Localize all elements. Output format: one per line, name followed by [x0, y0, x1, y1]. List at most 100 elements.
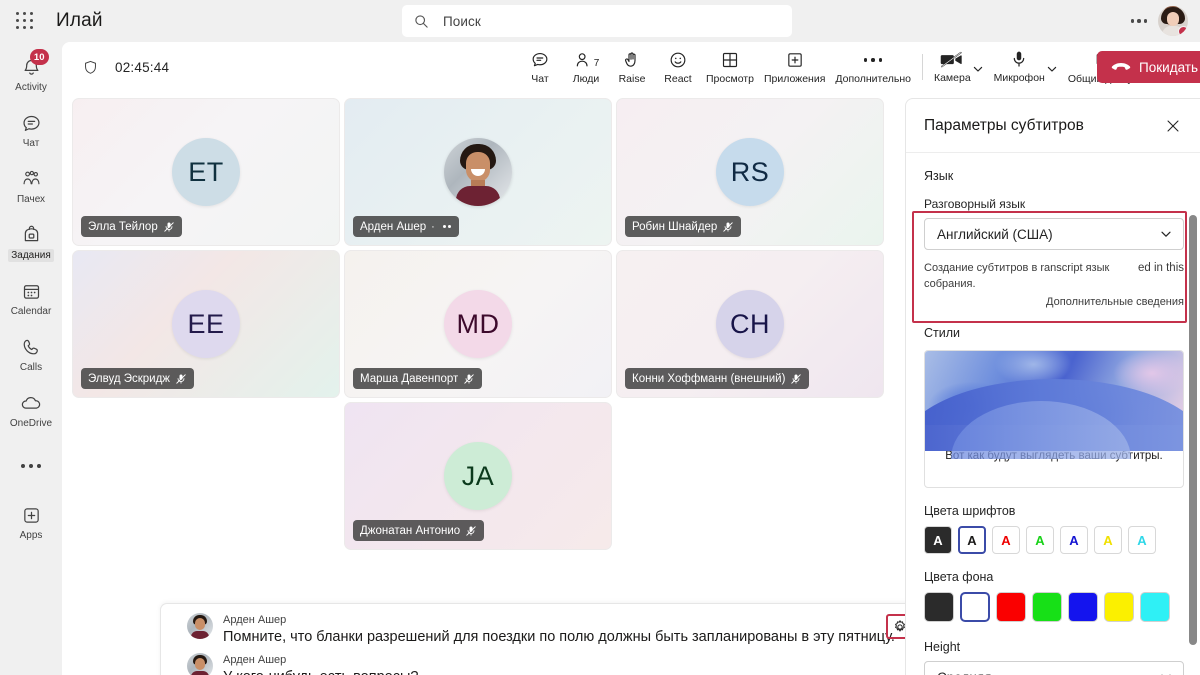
caption-style-preview[interactable]: Вот как будут выглядеть ваши субтитры.	[924, 350, 1184, 488]
caption-text: Помните, что бланки разрешений для поезд…	[223, 629, 895, 645]
more-dots-icon[interactable]	[1124, 6, 1154, 36]
meeting-more-button[interactable]: Дополнительно	[830, 44, 916, 90]
bg-color-swatch-red[interactable]	[996, 592, 1026, 622]
phone-icon	[21, 335, 42, 359]
initials-text: RS	[730, 156, 770, 187]
meeting-apps-button[interactable]: Приложения	[759, 44, 830, 90]
sidebar-item-label: OneDrive	[9, 418, 53, 429]
bg-color-swatch-yellow[interactable]	[1104, 592, 1134, 622]
meeting-chat-button[interactable]: Чат	[517, 44, 563, 90]
chevron-down-icon[interactable]	[1046, 63, 1058, 75]
participant-tile[interactable]: MD Марша Давенпорт	[344, 250, 612, 398]
app-launcher-icon[interactable]	[10, 6, 40, 36]
meeting-raise-hand-button[interactable]: Raise	[609, 44, 655, 90]
sidebar-item-label: Чат	[22, 138, 40, 149]
participant-tile[interactable]: ET Элла Тейлор	[72, 98, 340, 246]
font-color-swatch-yellow[interactable]: A	[1094, 526, 1122, 554]
sidebar-item-label: Calls	[19, 362, 43, 373]
spoken-language-dropdown[interactable]: Английский (США)	[924, 218, 1184, 250]
avatar-initials: EE	[172, 290, 240, 358]
mic-off-icon	[465, 525, 477, 537]
font-color-swatch-cyan[interactable]: A	[1128, 526, 1156, 554]
meeting-camera-button[interactable]: Камера	[929, 44, 989, 90]
font-color-swatch-blue[interactable]: A	[1060, 526, 1088, 554]
top-bar: Илай Поиск	[0, 0, 1200, 42]
sidebar-item-teams[interactable]: Пачех	[3, 160, 59, 212]
height-dropdown[interactable]: Средняя	[924, 661, 1184, 675]
meeting-action-label: Просмотр	[706, 73, 754, 85]
raise-hand-icon	[622, 49, 642, 71]
avatar[interactable]	[1158, 6, 1188, 36]
sidebar-item-calendar[interactable]: Calendar	[3, 272, 59, 324]
panel-close-button[interactable]	[1162, 115, 1184, 137]
sidebar-item-more[interactable]	[3, 440, 59, 492]
panel-scrollbar[interactable]	[1189, 215, 1197, 645]
sidebar-item-apps[interactable]: Apps	[3, 496, 59, 548]
bg-color-swatch-cyan[interactable]	[1140, 592, 1170, 622]
chevron-down-icon	[1159, 227, 1173, 241]
photo-face	[195, 618, 205, 630]
photo-shirt	[191, 671, 209, 675]
caption-line: Арден Ашер У кого-нибудь есть вопросы?	[161, 647, 967, 675]
participant-tile[interactable]: CH Конни Хоффманн (внешний)	[616, 250, 884, 398]
plus-box-icon	[21, 503, 42, 527]
preview-background-image	[925, 351, 1183, 459]
font-color-swatch-white[interactable]: A	[958, 526, 986, 554]
bg-color-swatch-green[interactable]	[1032, 592, 1062, 622]
participant-name: Элла Тейлор	[88, 220, 158, 233]
teams-icon	[20, 167, 43, 191]
caption-line: Арден Ашер Помните, что бланки разрешени…	[161, 604, 967, 647]
sidebar-item-label: Calendar	[10, 306, 52, 317]
background-colors-row	[924, 592, 1184, 622]
font-color-swatch-red[interactable]: A	[992, 526, 1020, 554]
sidebar-item-label: Пачех	[16, 194, 46, 205]
chevron-down-icon[interactable]	[972, 63, 984, 75]
sidebar-item-assignments[interactable]: Задания	[3, 216, 59, 268]
leave-meeting-button[interactable]: Покидать	[1097, 51, 1200, 83]
bg-color-swatch-black[interactable]	[924, 592, 954, 622]
participant-name-badge: Элла Тейлор	[81, 216, 182, 237]
bg-color-swatch-white[interactable]	[960, 592, 990, 622]
bg-color-swatch-blue[interactable]	[1068, 592, 1098, 622]
participant-tile[interactable]: EE Элвуд Эскридж	[72, 250, 340, 398]
captions-settings-panel: Параметры субтитров Язык Разговорный язы…	[905, 98, 1200, 675]
meeting-people-button[interactable]: 7 Люди	[563, 44, 609, 90]
left-nav-rail: 10 Activity Чат Пачех Задания Calendar C…	[0, 42, 62, 675]
photo-shirt	[191, 631, 209, 639]
participant-tile[interactable]: Арден Ашер ·	[344, 98, 612, 246]
panel-header: Параметры субтитров	[906, 99, 1200, 153]
camera-off-icon	[940, 48, 964, 70]
activity-badge: 10	[29, 49, 49, 65]
initials-text: JA	[461, 460, 495, 491]
sidebar-item-chat[interactable]: Чат	[3, 104, 59, 156]
sidebar-item-activity[interactable]: 10 Activity	[3, 48, 59, 100]
learn-more-link[interactable]: Дополнительные сведения	[1046, 296, 1184, 308]
participant-name: Конни Хоффманн (внешний)	[632, 372, 786, 385]
participant-tile[interactable]: JA Джонатан Антонио	[344, 402, 612, 550]
participant-name: Джонатан Антонио	[360, 524, 461, 537]
smiley-icon	[668, 49, 688, 71]
avatar-initials: ET	[172, 138, 240, 206]
cloud-icon	[20, 391, 43, 415]
participant-name-badge: Арден Ашер ·	[353, 216, 459, 237]
sidebar-item-calls[interactable]: Calls	[3, 328, 59, 380]
avatar-initials: JA	[444, 442, 512, 510]
meeting-microphone-button[interactable]: Микрофон	[989, 44, 1063, 90]
caption-avatar	[187, 653, 213, 675]
participant-photo	[444, 138, 512, 206]
search-input[interactable]: Поиск	[402, 5, 792, 37]
font-color-swatch-black[interactable]: A	[924, 526, 952, 554]
initials-text: MD	[456, 308, 500, 339]
sidebar-item-onedrive[interactable]: OneDrive	[3, 384, 59, 436]
participant-tile[interactable]: RS Робин Шнайдер	[616, 98, 884, 246]
meeting-react-button[interactable]: React	[655, 44, 701, 90]
font-color-swatch-green[interactable]: A	[1026, 526, 1054, 554]
avatar-initials: MD	[444, 290, 512, 358]
people-count: 7	[593, 58, 600, 69]
search-placeholder: Поиск	[443, 13, 481, 29]
speaking-indicator-icon	[442, 225, 452, 228]
meeting-view-button[interactable]: Просмотр	[701, 44, 759, 90]
photo-shirt	[456, 186, 500, 206]
caption-avatar	[187, 613, 213, 639]
meeting-action-label: Raise	[618, 73, 646, 85]
